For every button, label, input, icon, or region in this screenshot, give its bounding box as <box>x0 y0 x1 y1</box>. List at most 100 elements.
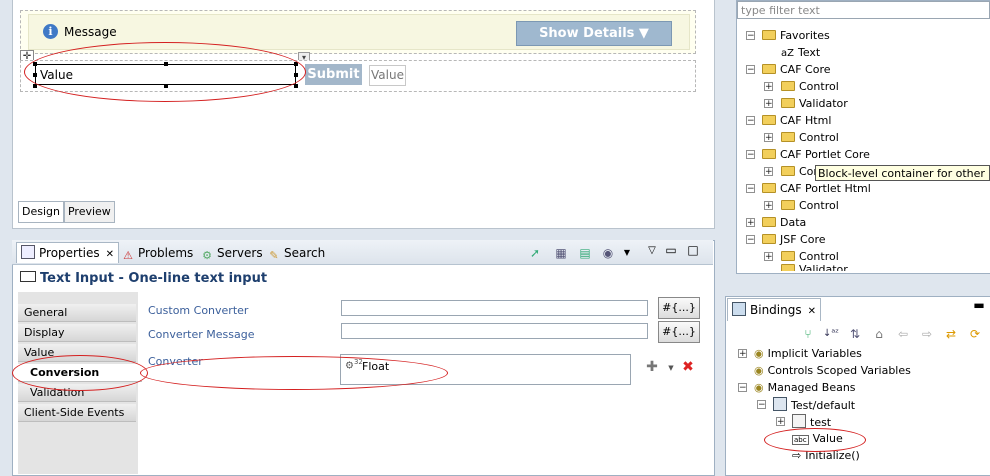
tree-layout-icon[interactable]: ⑂ <box>801 327 815 341</box>
custom-converter-input[interactable] <box>341 300 648 316</box>
link-icon[interactable]: ⇅ <box>848 327 862 341</box>
tree-item-implicit-variables[interactable]: ◉ Implicit Variables <box>754 346 862 362</box>
tree-item-value[interactable]: abc Value <box>792 431 843 447</box>
tree-item-control[interactable]: Control <box>781 79 839 95</box>
palette-filter-input[interactable]: type filter text <box>737 1 990 19</box>
tree-toggle[interactable]: + <box>764 167 773 177</box>
value-text-input[interactable]: Value <box>35 64 296 85</box>
tree-toggle[interactable]: + <box>764 99 773 109</box>
tab-servers[interactable]: ⚙ Servers <box>201 243 263 263</box>
selection-handle[interactable] <box>33 84 37 88</box>
selection-handle[interactable] <box>164 62 168 66</box>
tab-problems-label: Problems <box>138 246 194 260</box>
submit-button[interactable]: Submit <box>305 64 362 85</box>
maximize-icon[interactable]: □ <box>686 243 700 257</box>
side-tab-conversion[interactable]: Conversion <box>18 364 142 382</box>
tree-item-initialize[interactable]: ⇨ Initialize() <box>792 448 860 464</box>
side-tab-general[interactable]: General <box>18 304 136 322</box>
tree-toggle[interactable]: − <box>746 184 755 194</box>
tab-bindings[interactable]: Bindings ✕ <box>727 298 821 321</box>
pin-icon[interactable]: ➚ <box>528 246 542 260</box>
selection-handle[interactable] <box>294 73 298 77</box>
forward-icon[interactable]: ⇨ <box>920 327 934 341</box>
folder-icon <box>762 30 776 40</box>
selection-handle[interactable] <box>164 84 168 88</box>
tree-item-caf-portlet-core[interactable]: CAF Portlet Core <box>762 147 870 163</box>
advanced-icon[interactable]: ▤ <box>578 246 592 260</box>
selection-handle[interactable] <box>294 62 298 66</box>
tree-item-text[interactable]: aZ Text <box>781 45 820 61</box>
side-tab-validation[interactable]: Validation <box>18 384 136 402</box>
filter-icon[interactable]: ▦ <box>554 246 568 260</box>
refresh-icon[interactable]: ⟳ <box>968 327 982 341</box>
custom-converter-expression-button[interactable]: #{...} <box>658 297 700 319</box>
converter-item-float[interactable]: Float <box>362 360 389 373</box>
tree-toggle[interactable]: + <box>776 417 785 427</box>
tree-toggle[interactable]: − <box>738 383 747 393</box>
sort-az-icon[interactable]: ↓ᵃᶻ <box>823 327 839 341</box>
view-menu-icon[interactable]: ▽ <box>645 244 659 258</box>
tree-item-controls-scoped-variables[interactable]: ◉ Controls Scoped Variables <box>754 363 911 379</box>
tree-item-data[interactable]: Data <box>762 215 806 231</box>
tree-toggle[interactable]: + <box>764 133 773 143</box>
folder-icon <box>781 166 795 176</box>
tree-item-validator[interactable]: Validator <box>781 262 848 271</box>
tree-toggle[interactable]: + <box>764 252 773 262</box>
folder-icon <box>762 115 776 125</box>
properties-menu-icon[interactable]: ◉ <box>601 246 615 260</box>
folder-icon <box>781 98 795 108</box>
converter-message-input[interactable] <box>341 323 648 339</box>
selection-handle[interactable] <box>33 73 37 77</box>
home-icon[interactable]: ⌂ <box>872 327 886 341</box>
selection-handle[interactable] <box>294 84 298 88</box>
tree-toggle[interactable]: + <box>746 218 755 228</box>
add-icon[interactable]: ✚ <box>645 360 659 374</box>
tree-item-favorites[interactable]: Favorites <box>762 28 830 44</box>
tree-toggle[interactable]: − <box>746 31 755 41</box>
tab-search[interactable]: ✎ Search <box>268 243 325 263</box>
side-tab-display[interactable]: Display <box>18 324 136 342</box>
tree-item-validator[interactable]: Validator <box>781 96 848 112</box>
chevron-down-icon[interactable]: ▼ <box>664 361 678 375</box>
tree-item-caf-core[interactable]: CAF Core <box>762 62 831 78</box>
show-details-button[interactable]: Show Details ▼ <box>516 21 672 46</box>
minimize-icon[interactable]: ▬ <box>972 298 986 312</box>
tree-item-managed-beans[interactable]: ◉ Managed Beans <box>754 380 856 396</box>
tree-item-test-default[interactable]: Test/default <box>773 397 855 413</box>
tab-properties[interactable]: Properties ✕ <box>16 242 120 263</box>
close-icon[interactable]: ✕ <box>106 249 114 260</box>
tree-item-control[interactable]: Cor <box>781 164 818 180</box>
tree-label: Data <box>780 216 807 229</box>
tree-item-control[interactable]: Control <box>781 198 839 214</box>
tree-item-jsf-core[interactable]: JSF Core <box>762 232 826 248</box>
tree-toggle[interactable]: + <box>738 349 747 359</box>
side-tab-value[interactable]: Value <box>18 344 136 362</box>
tree-toggle[interactable]: + <box>764 82 773 92</box>
tab-design[interactable]: Design <box>18 201 64 223</box>
tree-toggle[interactable]: + <box>764 201 773 211</box>
close-icon[interactable]: ✕ <box>808 306 816 317</box>
converter-message-expression-button[interactable]: #{...} <box>658 321 700 343</box>
tree-item-caf-portlet-html[interactable]: CAF Portlet Html <box>762 181 871 197</box>
tree-label: Controls Scoped Variables <box>767 364 911 377</box>
tree-toggle[interactable]: − <box>746 65 755 75</box>
sync-icon[interactable]: ⇄ <box>944 327 958 341</box>
bindings-icon <box>732 302 746 316</box>
chevron-down-icon[interactable]: ▼ <box>620 246 634 260</box>
delete-icon[interactable]: ✖ <box>681 360 695 374</box>
tab-preview[interactable]: Preview <box>63 201 115 223</box>
tree-toggle[interactable]: − <box>746 150 755 160</box>
tree-item-control[interactable]: Control <box>781 130 839 146</box>
problems-icon: ⚠ <box>123 249 133 262</box>
minimize-icon[interactable]: ▭ <box>664 243 678 257</box>
folder-icon <box>781 132 795 142</box>
side-tab-client-side-events[interactable]: Client-Side Events <box>18 404 136 422</box>
tree-toggle[interactable]: − <box>757 400 766 410</box>
tree-item-caf-html[interactable]: CAF Html <box>762 113 831 129</box>
back-icon[interactable]: ⇦ <box>896 327 910 341</box>
tree-item-test[interactable]: test <box>792 414 831 430</box>
tab-problems[interactable]: ⚠ Problems <box>122 243 193 263</box>
tree-toggle[interactable]: − <box>746 235 755 245</box>
selection-handle[interactable] <box>33 62 37 66</box>
tree-toggle[interactable]: − <box>746 116 755 126</box>
